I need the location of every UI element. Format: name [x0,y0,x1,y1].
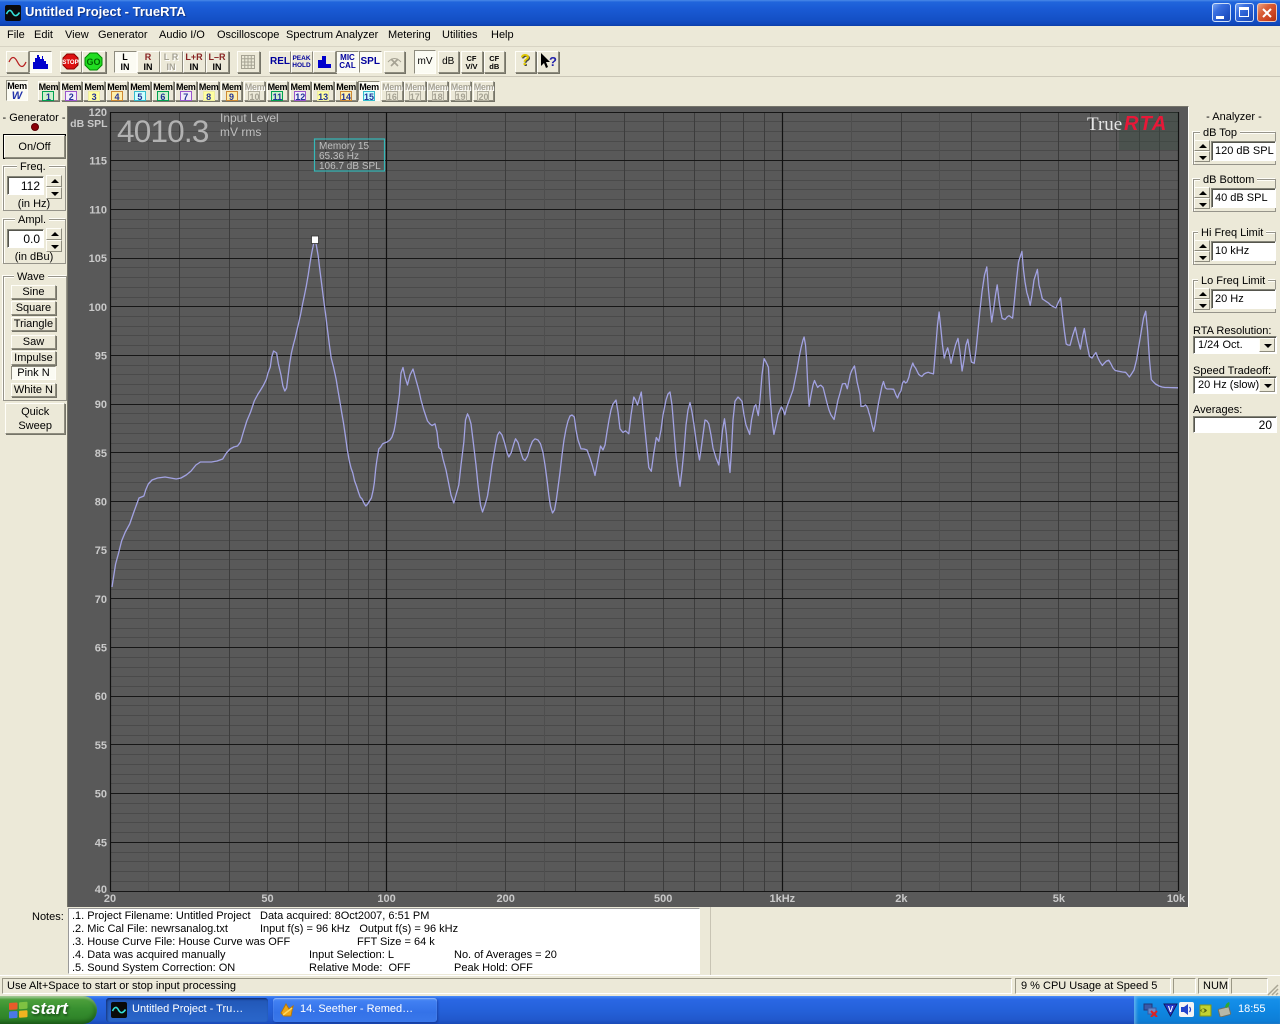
svg-text:GO: GO [86,57,100,67]
svg-text:45: 45 [95,837,107,849]
svg-text:115: 115 [89,156,107,168]
svg-text:50: 50 [261,893,273,905]
svg-text:True: True [1087,114,1122,135]
svg-text:RTA: RTA [1124,113,1168,135]
svg-text:200: 200 [497,893,515,905]
svg-text:4010.3: 4010.3 [117,113,209,149]
svg-text:STOP: STOP [62,60,78,66]
svg-text:110: 110 [89,204,107,216]
svg-text:Input Level: Input Level [220,111,279,125]
svg-text:85: 85 [95,448,107,460]
svg-text:20: 20 [104,893,116,905]
svg-text:100: 100 [89,302,107,314]
svg-text:106.7 dB SPL: 106.7 dB SPL [319,161,381,172]
svg-text:5k: 5k [1053,893,1066,905]
svg-text:90: 90 [95,399,107,411]
svg-text:V: V [1168,1005,1174,1014]
svg-text:500: 500 [654,893,672,905]
svg-text:60: 60 [95,691,107,703]
svg-text:105: 105 [89,253,107,265]
svg-text:80: 80 [95,497,107,509]
svg-text:1kHz: 1kHz [769,893,795,905]
svg-text:dB SPL: dB SPL [70,118,108,130]
svg-text:2k: 2k [895,893,908,905]
svg-text:10k: 10k [1167,893,1186,905]
svg-text:95: 95 [95,350,107,362]
svg-text:75: 75 [95,545,107,557]
svg-text:100: 100 [377,893,395,905]
svg-text:65: 65 [95,643,107,655]
svg-text:55: 55 [95,740,107,752]
svg-text:?: ? [549,54,557,69]
svg-text:mV rms: mV rms [220,125,261,139]
svg-text:50: 50 [95,789,107,801]
svg-text:70: 70 [95,594,107,606]
